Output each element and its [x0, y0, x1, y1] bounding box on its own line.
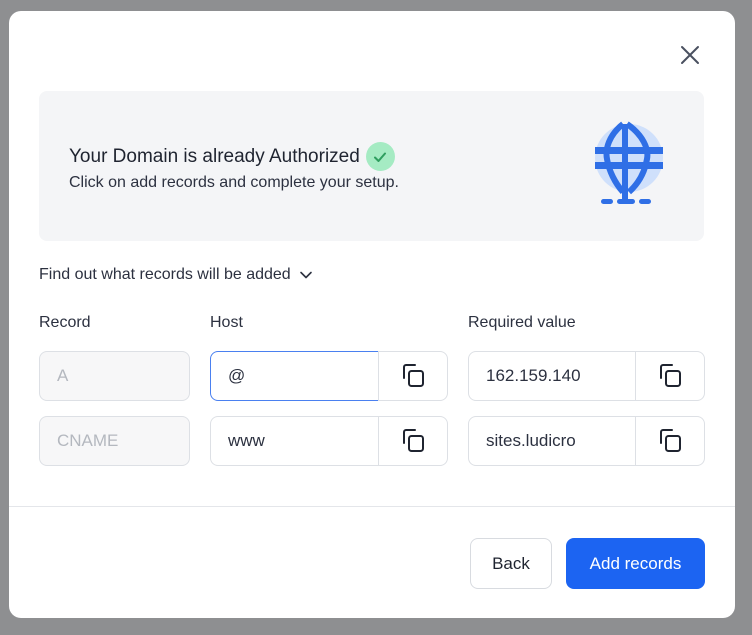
close-button[interactable] — [679, 44, 701, 66]
required-value-field[interactable]: 162.159.140 — [468, 351, 636, 401]
records-preview-toggle[interactable]: Find out what records will be added — [39, 266, 313, 284]
copy-icon — [403, 429, 424, 452]
host-field[interactable]: www — [210, 416, 379, 466]
footer-divider — [9, 506, 735, 507]
copy-value-button[interactable] — [635, 416, 705, 466]
copy-icon — [660, 364, 681, 387]
copy-host-button[interactable] — [378, 351, 448, 401]
copy-value-button[interactable] — [635, 351, 705, 401]
banner-title: Your Domain is already Authorized — [69, 145, 360, 167]
banner-title-row: Your Domain is already Authorized — [69, 142, 395, 171]
copy-host-button[interactable] — [378, 416, 448, 466]
record-type-field: A — [39, 351, 190, 401]
record-type-field: CNAME — [39, 416, 190, 466]
column-header-host: Host — [210, 314, 243, 331]
column-header-value: Required value — [468, 314, 576, 331]
back-button[interactable]: Back — [470, 538, 552, 589]
host-field[interactable]: @ — [210, 351, 379, 401]
copy-icon — [660, 429, 681, 452]
add-records-button[interactable]: Add records — [566, 538, 705, 589]
copy-icon — [403, 364, 424, 387]
close-icon — [681, 46, 699, 64]
column-header-record: Record — [39, 314, 91, 331]
records-preview-label: Find out what records will be added — [39, 266, 291, 283]
dialog: Your Domain is already Authorized Click … — [9, 11, 735, 618]
check-icon — [374, 152, 387, 162]
banner-subtitle: Click on add records and complete your s… — [69, 174, 399, 191]
chevron-down-icon — [299, 271, 312, 279]
required-value-field[interactable]: sites.ludicro — [468, 416, 636, 466]
verified-badge — [365, 142, 395, 171]
globe-icon — [595, 121, 663, 204]
status-banner: Your Domain is already Authorized Click … — [39, 91, 704, 241]
